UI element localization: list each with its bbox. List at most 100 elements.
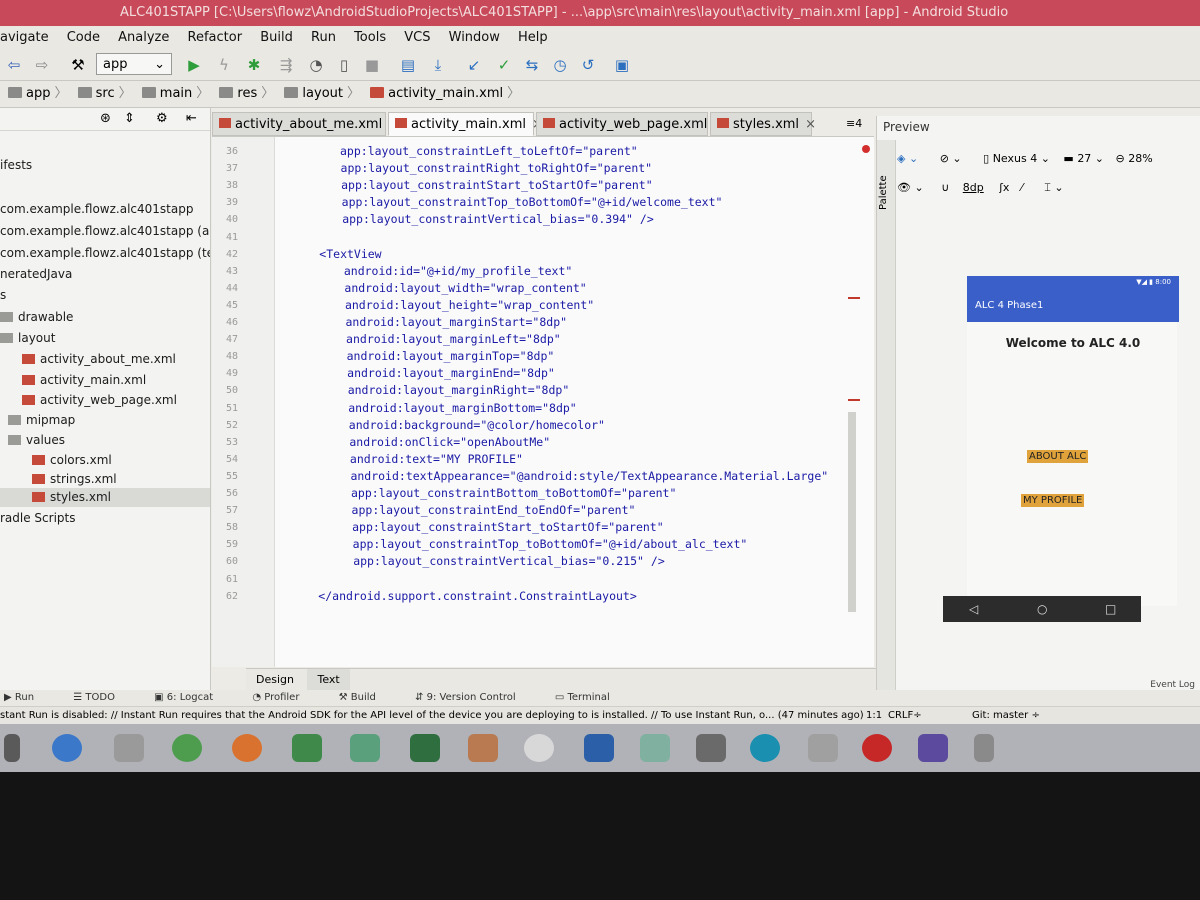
line-separator[interactable]: CRLF÷ <box>888 707 922 725</box>
default-margin-select[interactable]: 8dp <box>963 181 984 194</box>
magnet-icon[interactable]: ∪ <box>941 181 949 194</box>
tool-logcat[interactable]: ▣ 6: Logcat <box>154 690 231 706</box>
avd-manager-icon[interactable]: ▤ <box>398 55 418 75</box>
tab-design[interactable]: Design <box>246 669 304 691</box>
tree-item-package-androidtest[interactable]: com.example.flowz.alc401stapp (andr <box>0 224 210 238</box>
vcs-compare-icon[interactable]: ⇆ <box>522 55 542 75</box>
vcs-history-icon[interactable]: ◷ <box>550 55 570 75</box>
android-studio-icon[interactable] <box>292 734 322 762</box>
breadcrumb-src[interactable]: src 〉 <box>77 81 132 107</box>
breadcrumb-main[interactable]: main 〉 <box>141 81 209 107</box>
tree-item-values[interactable]: values <box>8 433 65 447</box>
about-alc-button[interactable]: ABOUT ALC <box>1027 450 1089 463</box>
orientation-icon[interactable]: ⊘ ⌄ <box>940 152 962 165</box>
tool-run[interactable]: ▶ Run <box>4 690 52 706</box>
profile-icon[interactable]: ◔ <box>306 55 326 75</box>
menu-tools[interactable]: Tools <box>354 26 386 50</box>
api-select[interactable]: ▬ 27 ⌄ <box>1063 152 1104 165</box>
tab-styles[interactable]: styles.xml × <box>710 112 816 136</box>
launcher-icon[interactable] <box>350 734 380 762</box>
menu-help[interactable]: Help <box>518 26 548 50</box>
start-icon[interactable] <box>4 734 20 762</box>
menu-navigate[interactable]: avigate <box>0 26 49 50</box>
menu-refactor[interactable]: Refactor <box>188 26 243 50</box>
word-icon[interactable] <box>584 734 614 762</box>
debug-icon[interactable]: ✱ <box>244 55 264 75</box>
tree-item-res[interactable]: s <box>0 288 6 302</box>
nav-home-icon[interactable]: ○ <box>1037 596 1047 622</box>
tab-activity-main[interactable]: activity_main.xml× <box>388 112 543 136</box>
app-icon[interactable] <box>808 734 838 762</box>
tool-terminal[interactable]: ▭ Terminal <box>555 690 628 706</box>
locate-icon[interactable]: ⊛ <box>100 108 111 130</box>
visual-studio-icon[interactable] <box>918 734 948 762</box>
apply-changes-icon[interactable]: ϟ <box>214 55 234 75</box>
vcs-commit-icon[interactable]: ✓ <box>494 55 514 75</box>
notes-icon[interactable] <box>640 734 670 762</box>
opera-icon[interactable] <box>862 734 892 762</box>
gear-icon[interactable]: ⚙ <box>156 108 168 130</box>
tree-item-activity-web-page[interactable]: activity_web_page.xml <box>22 393 177 407</box>
error-stripe-mark[interactable] <box>848 297 860 299</box>
tree-item-strings[interactable]: strings.xml <box>32 472 117 486</box>
tab-overflow-button[interactable]: ≡4 <box>846 112 862 136</box>
git-branch[interactable]: Git: master ÷ <box>972 707 1040 725</box>
menu-run[interactable]: Run <box>311 26 336 50</box>
device-select[interactable]: ▯ Nexus 4 ⌄ <box>983 152 1050 165</box>
tree-item-mipmap[interactable]: mipmap <box>8 413 75 427</box>
cursor-position[interactable]: 1:1 <box>866 707 882 725</box>
align-icon[interactable]: ⌶ ⌄ <box>1044 181 1063 194</box>
tab-activity-web-page[interactable]: activity_web_page.xml× <box>536 112 724 136</box>
event-log-button[interactable]: Event Log <box>1150 680 1195 690</box>
error-indicator-icon[interactable] <box>862 145 870 153</box>
nav-recent-icon[interactable]: □ <box>1105 596 1116 622</box>
tree-item-activity-about-me[interactable]: activity_about_me.xml <box>22 352 176 366</box>
tree-item-layout[interactable]: layout <box>0 331 55 345</box>
tree-item-drawable[interactable]: drawable <box>0 310 73 324</box>
nav-back-icon[interactable]: ◁ <box>969 596 978 622</box>
tab-text[interactable]: Text <box>307 669 350 691</box>
firefox-icon[interactable] <box>232 734 262 762</box>
run-icon[interactable]: ▶ <box>184 55 204 75</box>
tool-profiler[interactable]: ◔ Profiler <box>252 690 317 706</box>
run-configuration-select[interactable]: app ⌄ <box>96 53 172 75</box>
stop-icon[interactable]: ■ <box>362 55 382 75</box>
tree-item-manifests[interactable]: ifests <box>0 158 32 172</box>
arduino-icon[interactable] <box>750 734 780 762</box>
eye-icon[interactable]: 👁 ⌄ <box>897 181 924 194</box>
menu-build[interactable]: Build <box>260 26 293 50</box>
sync-icon[interactable]: ▯ <box>334 55 354 75</box>
tab-activity-about-me[interactable]: activity_about_me.xml× <box>212 112 399 136</box>
magic-wand-icon[interactable]: ⁄ <box>1021 181 1023 194</box>
hide-panel-icon[interactable]: ⇤ <box>186 108 197 130</box>
menu-vcs[interactable]: VCS <box>404 26 430 50</box>
chrome-icon[interactable] <box>172 734 202 762</box>
tree-item-styles[interactable]: styles.xml <box>0 488 210 507</box>
tree-item-activity-main[interactable]: activity_main.xml <box>22 373 146 387</box>
breadcrumb-activity-main[interactable]: activity_main.xml 〉 <box>370 81 520 107</box>
close-icon[interactable]: × <box>805 117 816 132</box>
vcs-update-icon[interactable]: ↙ <box>464 55 484 75</box>
collapse-all-icon[interactable]: ⇕ <box>124 108 135 130</box>
tree-item-colors[interactable]: colors.xml <box>32 453 112 467</box>
tool-todo[interactable]: ☰ TODO <box>73 690 133 706</box>
revert-icon[interactable]: ↺ <box>578 55 598 75</box>
browser-icon[interactable] <box>524 734 554 762</box>
tool-build[interactable]: ⚒ Build <box>339 690 394 706</box>
tree-item-package-test[interactable]: com.example.flowz.alc401stapp (test) <box>0 246 210 260</box>
file-explorer-icon[interactable] <box>114 734 144 762</box>
forward-icon[interactable]: ⇨ <box>32 55 52 75</box>
project-structure-icon[interactable]: ▣ <box>612 55 632 75</box>
breadcrumb-layout[interactable]: layout 〉 <box>284 81 360 107</box>
menu-code[interactable]: Code <box>67 26 100 50</box>
excel-icon[interactable] <box>410 734 440 762</box>
breadcrumb-res[interactable]: res 〉 <box>219 81 274 107</box>
zoom-out-icon[interactable]: ⊖ <box>1116 152 1125 165</box>
make-project-icon[interactable]: ⚒ <box>68 55 88 75</box>
menu-analyze[interactable]: Analyze <box>118 26 169 50</box>
media-icon[interactable] <box>468 734 498 762</box>
error-stripe-mark[interactable] <box>848 399 860 401</box>
tree-item-gradle-scripts[interactable]: radle Scripts <box>0 511 76 525</box>
infer-constraints-icon[interactable]: ʃx <box>999 181 1009 194</box>
terminal-icon[interactable] <box>696 734 726 762</box>
